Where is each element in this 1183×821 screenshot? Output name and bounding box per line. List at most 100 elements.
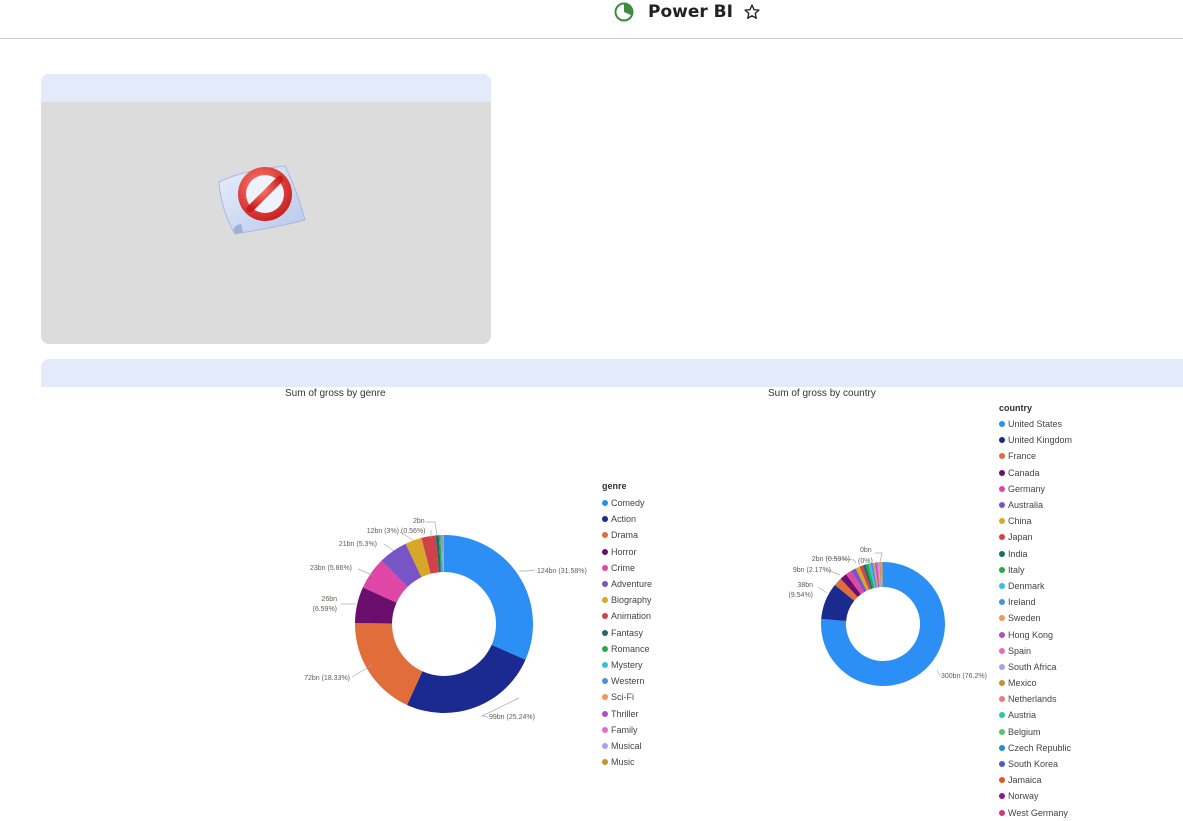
genre-donut-chart[interactable]: 124bn (31.58%)99bn (25.24%)72bn (18.33%)… — [0, 0, 600, 810]
legend-marker — [999, 712, 1005, 718]
genre-data-label: 12bn (3%) — [367, 528, 399, 535]
legend-label: Netherlands — [1008, 694, 1057, 704]
legend-marker — [602, 565, 608, 571]
country-legend-item[interactable]: Czech Republic — [999, 740, 1072, 756]
genre-legend-item[interactable]: Western — [602, 673, 652, 689]
genre-slice[interactable] — [355, 623, 422, 705]
country-data-label: 2bn (0.59%) — [812, 556, 850, 563]
legend-label: Musical — [611, 741, 642, 751]
legend-label: Sci-Fi — [611, 692, 634, 702]
legend-label: Germany — [1008, 484, 1045, 494]
legend-marker — [999, 777, 1005, 783]
country-data-label: 300bn (76.2%) — [941, 673, 987, 680]
legend-label: Denmark — [1008, 581, 1045, 591]
legend-label: Music — [611, 757, 635, 767]
legend-marker — [602, 694, 608, 700]
legend-marker — [999, 470, 1005, 476]
legend-marker — [602, 532, 608, 538]
legend-marker — [602, 743, 608, 749]
genre-leader-line — [358, 569, 372, 575]
country-donut-chart[interactable]: 300bn (76.2%)38bn(9.54%)9bn (2.17%)2bn (… — [600, 0, 1000, 810]
genre-legend-item[interactable]: Comedy — [602, 495, 652, 511]
legend-label: Western — [611, 676, 644, 686]
legend-label: South Korea — [1008, 759, 1058, 769]
genre-slice[interactable] — [407, 645, 525, 713]
country-leader-line — [937, 670, 940, 676]
country-legend-item[interactable]: Norway — [999, 788, 1072, 804]
legend-marker — [602, 711, 608, 717]
genre-legend-item[interactable]: Drama — [602, 527, 652, 543]
genre-legend-item[interactable]: Animation — [602, 608, 652, 624]
country-legend-item[interactable]: United Kingdom — [999, 432, 1072, 448]
genre-legend-item[interactable]: Sci-Fi — [602, 689, 652, 705]
legend-label: United States — [1008, 419, 1062, 429]
country-legend-item[interactable]: Jamaica — [999, 772, 1072, 788]
genre-legend-item[interactable]: Biography — [602, 592, 652, 608]
genre-legend-item[interactable]: Family — [602, 722, 652, 738]
legend-marker — [999, 696, 1005, 702]
country-legend-item[interactable]: Austria — [999, 707, 1072, 723]
genre-legend-item[interactable]: Fantasy — [602, 625, 652, 641]
legend-marker — [602, 678, 608, 684]
legend-label: Jamaica — [1008, 775, 1042, 785]
country-legend-item[interactable]: South Korea — [999, 756, 1072, 772]
country-legend-item[interactable]: Japan — [999, 529, 1072, 545]
genre-legend-item[interactable]: Thriller — [602, 705, 652, 721]
country-legend-item[interactable]: South Africa — [999, 659, 1072, 675]
country-legend-item[interactable]: Sweden — [999, 610, 1072, 626]
country-legend-item[interactable]: Denmark — [999, 578, 1072, 594]
country-legend-item[interactable]: West Germany — [999, 805, 1072, 821]
genre-legend-item[interactable]: Crime — [602, 560, 652, 576]
genre-legend-item[interactable]: Music — [602, 754, 652, 770]
genre-legend: genre ComedyActionDramaHorrorCrimeAdvent… — [602, 481, 652, 770]
legend-label: Action — [611, 514, 636, 524]
legend-marker — [999, 486, 1005, 492]
legend-marker — [602, 516, 608, 522]
legend-marker — [999, 567, 1005, 573]
legend-label: Australia — [1008, 500, 1043, 510]
country-legend-item[interactable]: United States — [999, 416, 1072, 432]
legend-label: Sweden — [1008, 613, 1041, 623]
legend-label: Family — [611, 725, 638, 735]
legend-marker — [999, 793, 1005, 799]
genre-slice[interactable] — [444, 535, 533, 660]
country-legend-item[interactable]: Italy — [999, 562, 1072, 578]
genre-data-label: 99bn (25.24%) — [489, 714, 535, 721]
country-legend-item[interactable]: China — [999, 513, 1072, 529]
country-data-label: (0%) — [858, 558, 873, 565]
genre-legend-item[interactable]: Romance — [602, 641, 652, 657]
legend-marker — [602, 662, 608, 668]
legend-marker — [602, 646, 608, 652]
genre-legend-item[interactable]: Mystery — [602, 657, 652, 673]
country-legend-item[interactable]: Netherlands — [999, 691, 1072, 707]
country-legend-item[interactable]: Australia — [999, 497, 1072, 513]
country-legend-item[interactable]: Belgium — [999, 724, 1072, 740]
genre-legend-item[interactable]: Action — [602, 511, 652, 527]
legend-label: Czech Republic — [1008, 743, 1071, 753]
country-legend-item[interactable]: Spain — [999, 643, 1072, 659]
country-legend-item[interactable]: India — [999, 546, 1072, 562]
genre-legend-item[interactable]: Adventure — [602, 576, 652, 592]
legend-label: France — [1008, 451, 1036, 461]
genre-legend-item[interactable]: Horror — [602, 544, 652, 560]
country-legend-item[interactable]: Ireland — [999, 594, 1072, 610]
country-legend-item[interactable]: Germany — [999, 481, 1072, 497]
genre-leader-line — [426, 522, 437, 536]
legend-label: Drama — [611, 530, 638, 540]
genre-data-label: (0.56%) — [401, 528, 426, 535]
legend-marker — [999, 437, 1005, 443]
legend-marker — [999, 680, 1005, 686]
genre-legend-item[interactable]: Musical — [602, 738, 652, 754]
genre-leader-line — [519, 570, 535, 571]
genre-data-label: 2bn — [413, 518, 425, 525]
country-legend-item[interactable]: Canada — [999, 465, 1072, 481]
legend-marker — [602, 597, 608, 603]
legend-label: Animation — [611, 611, 651, 621]
country-legend-item[interactable]: Hong Kong — [999, 626, 1072, 642]
legend-marker — [999, 632, 1005, 638]
country-legend-item[interactable]: Mexico — [999, 675, 1072, 691]
genre-data-label: 26bn — [321, 596, 337, 603]
legend-marker — [999, 453, 1005, 459]
legend-label: Canada — [1008, 468, 1040, 478]
country-legend-item[interactable]: France — [999, 448, 1072, 464]
